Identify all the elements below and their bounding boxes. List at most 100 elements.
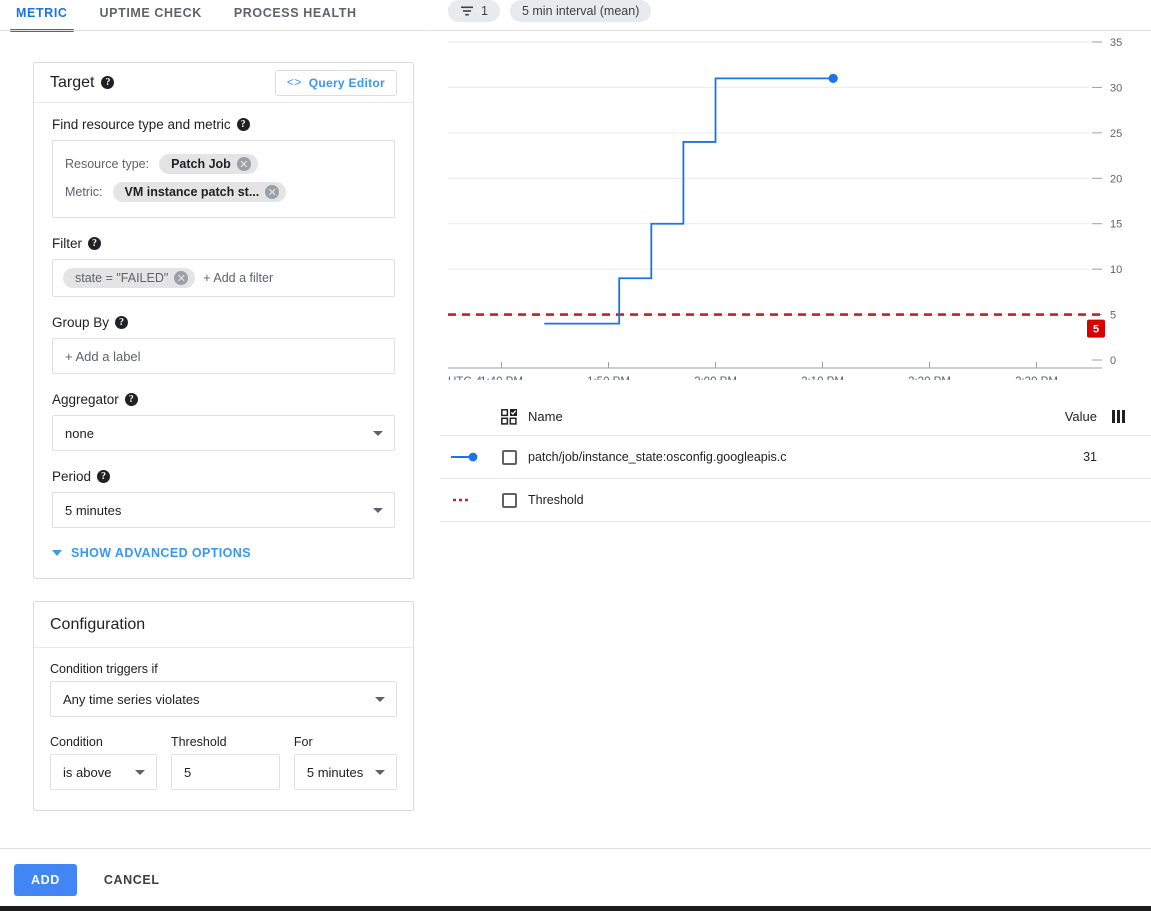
period-label-row: Period ?: [52, 469, 395, 484]
condition-label: Condition: [50, 735, 157, 749]
aggregator-select[interactable]: none: [52, 415, 395, 451]
chevron-down-icon: [375, 770, 385, 775]
cancel-button[interactable]: CANCEL: [89, 864, 175, 896]
query-editor-button[interactable]: <> Query Editor: [275, 70, 397, 96]
target-card: Target ? <> Query Editor Find resource t…: [33, 62, 414, 579]
svg-text:5: 5: [1110, 310, 1116, 322]
legend-header-name: Name: [528, 409, 1017, 424]
svg-text:0: 0: [1110, 355, 1116, 367]
filter-label: Filter: [52, 236, 82, 251]
for-select[interactable]: 5 minutes: [294, 754, 397, 790]
svg-text:2:10 PM: 2:10 PM: [801, 376, 844, 380]
table-row[interactable]: Threshold: [440, 479, 1151, 522]
resource-type-chip[interactable]: Patch Job ✕: [159, 154, 258, 174]
svg-text:2:00 PM: 2:00 PM: [694, 376, 737, 380]
threshold-checkbox[interactable]: [502, 493, 517, 508]
aggregator-label: Aggregator: [52, 392, 119, 407]
svg-text:35: 35: [1110, 37, 1122, 49]
chart-svg: 051015202530351:40 PM1:50 PM2:00 PM2:10 …: [440, 30, 1151, 380]
resource-type-key: Resource type:: [65, 157, 149, 171]
filter-label-row: Filter ?: [52, 236, 395, 251]
svg-text:25: 25: [1110, 128, 1122, 140]
filter-input-box[interactable]: state = "FAILED" ✕ + Add a filter: [52, 259, 395, 297]
threshold-name: Threshold: [528, 493, 1007, 507]
chevron-down-icon: [373, 431, 383, 436]
resource-metric-box: Resource type: Patch Job ✕ Metric: VM in…: [52, 140, 395, 218]
condition-select[interactable]: is above: [50, 754, 157, 790]
chart-toolbar: 1 5 min interval (mean): [448, 0, 651, 22]
tab-metric[interactable]: METRIC: [0, 0, 84, 32]
tab-uptime-check-label: UPTIME CHECK: [100, 6, 202, 20]
tab-process-health[interactable]: PROCESS HEALTH: [218, 0, 373, 32]
alert-condition-page: METRIC UPTIME CHECK PROCESS HEALTH Targe…: [0, 0, 1151, 911]
for-label: For: [294, 735, 397, 749]
show-advanced-options-label: SHOW ADVANCED OPTIONS: [71, 546, 251, 560]
svg-text:5: 5: [1093, 324, 1099, 336]
find-resource-label: Find resource type and metric: [52, 117, 231, 132]
for-value: 5 minutes: [307, 765, 363, 780]
chevron-down-icon: [135, 770, 145, 775]
dialog-footer: ADD CANCEL: [0, 848, 1151, 911]
aggregator-label-row: Aggregator ?: [52, 392, 395, 407]
group-by-placeholder: + Add a label: [65, 349, 141, 364]
series-legend-table: Name Value patch/job/instance_stat: [440, 398, 1151, 522]
period-select[interactable]: 5 minutes: [52, 492, 395, 528]
period-help-icon[interactable]: ?: [97, 470, 110, 483]
group-by-label: Group By: [52, 315, 109, 330]
threshold-name-cell: Threshold: [528, 493, 1017, 507]
for-field: For 5 minutes: [294, 735, 397, 790]
metric-row: Metric: VM instance patch st... ✕: [65, 178, 382, 206]
chart-pane: 1 5 min interval (mean) 051015202530351:…: [440, 0, 1151, 911]
interval-pill[interactable]: 5 min interval (mean): [510, 0, 651, 22]
add-filter-button[interactable]: + Add a filter: [203, 271, 273, 285]
threshold-value: 5: [184, 765, 191, 780]
panel-separator: [428, 30, 429, 848]
condition-row: Condition is above Threshold 5 For: [50, 735, 397, 790]
target-help-icon[interactable]: ?: [101, 76, 114, 89]
trigger-value: Any time series violates: [63, 692, 200, 707]
left-panel: Target ? <> Query Editor Find resource t…: [33, 62, 414, 811]
tab-uptime-check[interactable]: UPTIME CHECK: [84, 0, 218, 32]
group-by-label-row: Group By ?: [52, 315, 395, 330]
svg-text:2:20 PM: 2:20 PM: [908, 376, 951, 380]
remove-filter-icon[interactable]: ✕: [174, 271, 188, 285]
resource-type-value: Patch Job: [171, 157, 231, 171]
interval-label: 5 min interval (mean): [522, 4, 639, 18]
code-icon: <>: [287, 76, 302, 90]
add-button[interactable]: ADD: [14, 864, 77, 896]
filter-count-pill[interactable]: 1: [448, 0, 500, 22]
target-card-body: Find resource type and metric ? Resource…: [34, 103, 413, 578]
remove-metric-icon[interactable]: ✕: [265, 185, 279, 199]
time-series-chart[interactable]: 051015202530351:40 PM1:50 PM2:00 PM2:10 …: [440, 30, 1151, 380]
trigger-label: Condition triggers if: [50, 662, 397, 676]
series-checkbox[interactable]: [502, 450, 517, 465]
threshold-checkbox-cell[interactable]: [490, 493, 528, 508]
remove-resource-type-icon[interactable]: ✕: [237, 157, 251, 171]
threshold-input[interactable]: 5: [171, 754, 280, 790]
chevron-down-icon: [373, 508, 383, 513]
find-resource-help-icon[interactable]: ?: [237, 118, 250, 131]
metric-key: Metric:: [65, 185, 103, 199]
condition-field: Condition is above: [50, 735, 157, 790]
target-card-header: Target ? <> Query Editor: [34, 63, 413, 103]
column-options-button[interactable]: [1097, 410, 1139, 423]
filter-chip[interactable]: state = "FAILED" ✕: [63, 268, 195, 288]
filter-chip-text: state = "FAILED": [75, 271, 168, 285]
metric-value: VM instance patch st...: [125, 185, 260, 199]
series-checkbox-cell[interactable]: [490, 450, 528, 465]
table-row[interactable]: patch/job/instance_state:osconfig.google…: [440, 436, 1151, 479]
series-name-cell: patch/job/instance_state:osconfig.google…: [528, 450, 1017, 464]
svg-text:20: 20: [1110, 173, 1122, 185]
select-all-cell[interactable]: [490, 409, 528, 425]
trigger-select[interactable]: Any time series violates: [50, 681, 397, 717]
filter-icon: [460, 5, 474, 17]
filter-help-icon[interactable]: ?: [88, 237, 101, 250]
aggregator-help-icon[interactable]: ?: [125, 393, 138, 406]
group-by-input[interactable]: + Add a label: [52, 338, 395, 374]
find-resource-label-row: Find resource type and metric ?: [52, 117, 395, 132]
metric-chip[interactable]: VM instance patch st... ✕: [113, 182, 287, 202]
group-by-help-icon[interactable]: ?: [115, 316, 128, 329]
aggregator-value: none: [65, 426, 94, 441]
show-advanced-options-button[interactable]: SHOW ADVANCED OPTIONS: [52, 546, 395, 560]
svg-text:10: 10: [1110, 264, 1122, 276]
